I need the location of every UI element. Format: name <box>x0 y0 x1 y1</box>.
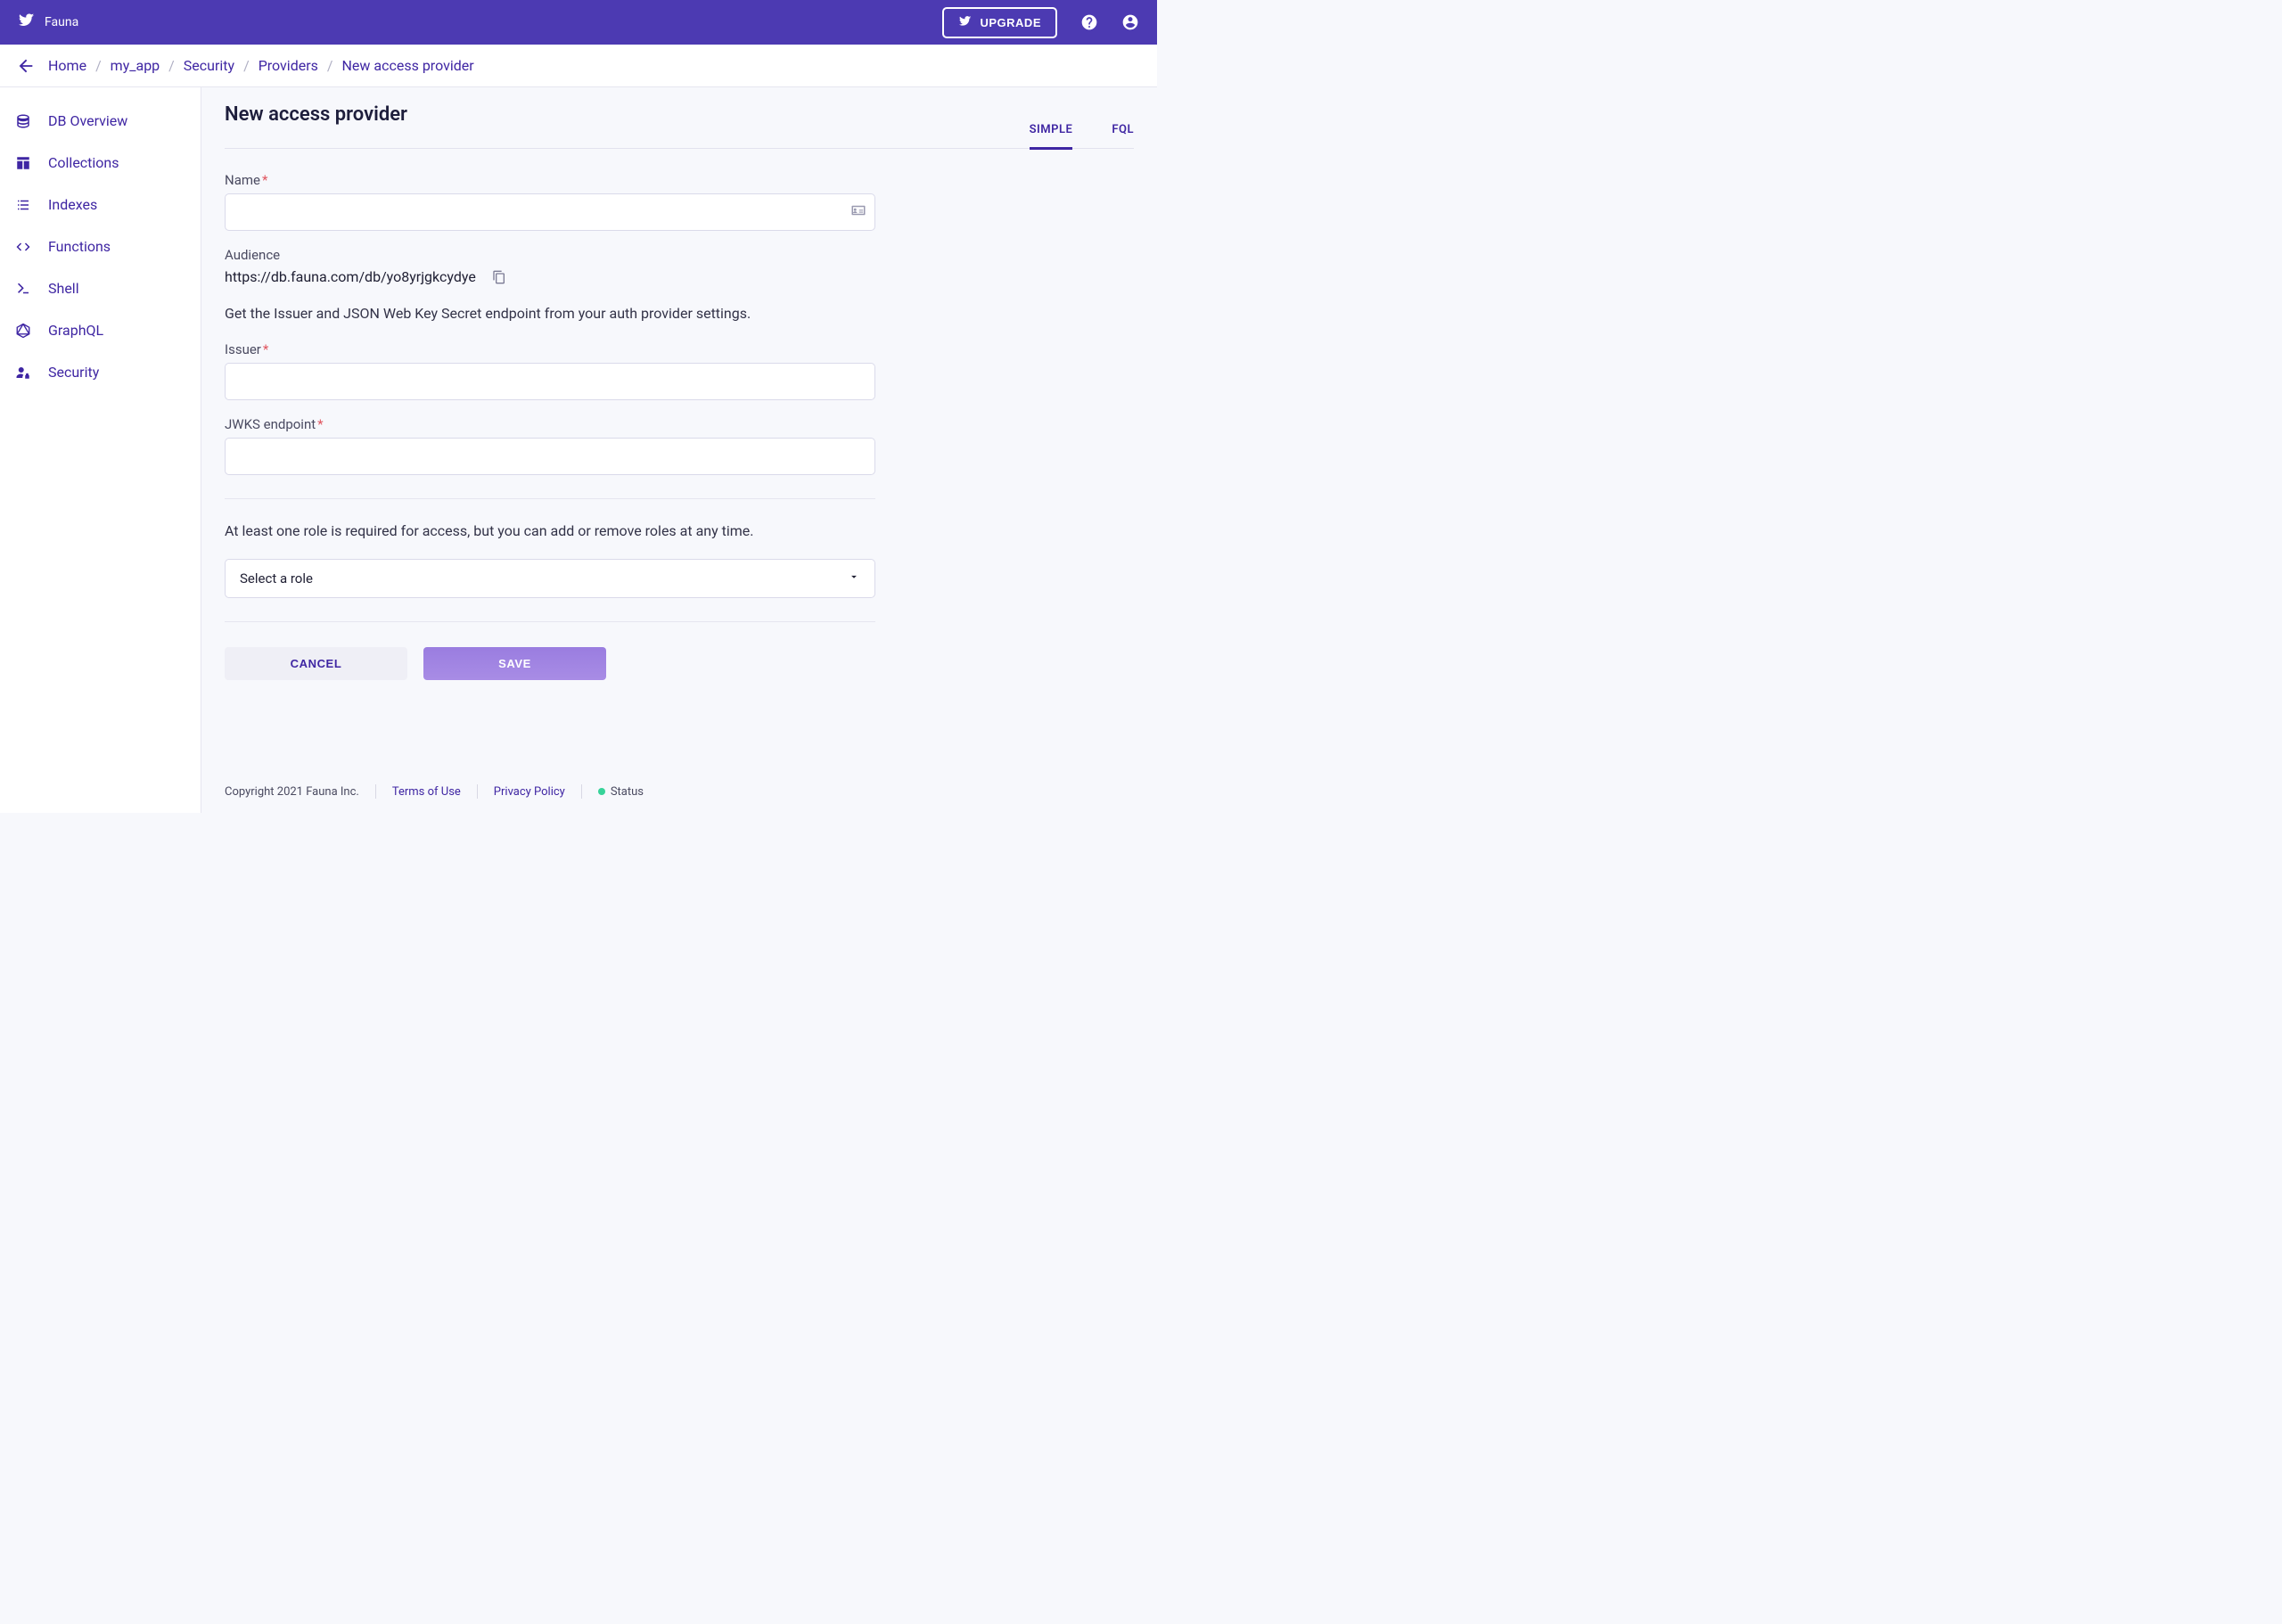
breadcrumb-providers[interactable]: Providers <box>259 57 318 74</box>
jwks-label: JWKS endpoint* <box>225 416 875 432</box>
content-header: New access provider SIMPLE FQL <box>225 103 1134 149</box>
footer-status[interactable]: Status <box>598 785 644 799</box>
sidebar-item-label: DB Overview <box>48 112 127 129</box>
button-row: CANCEL SAVE <box>225 647 875 680</box>
breadcrumb-home[interactable]: Home <box>48 57 86 74</box>
footer-terms-link[interactable]: Terms of Use <box>392 785 461 799</box>
audience-value: https://db.fauna.com/db/yo8yrjgkcydye <box>225 268 476 285</box>
sidebar-item-collections[interactable]: Collections <box>0 142 201 184</box>
footer-sep <box>581 784 582 799</box>
name-input[interactable] <box>225 193 875 231</box>
required-asterisk: * <box>263 341 268 357</box>
audience-label: Audience <box>225 247 875 263</box>
user-lock-icon <box>14 365 32 381</box>
upgrade-label: UPGRADE <box>980 16 1041 29</box>
sidebar-item-graphql[interactable]: GraphQL <box>0 309 201 351</box>
brand-bird-icon <box>18 12 36 32</box>
required-asterisk: * <box>262 172 267 188</box>
breadcrumb-security[interactable]: Security <box>184 57 234 74</box>
section-divider <box>225 498 875 499</box>
sidebar-item-label: Shell <box>48 280 79 297</box>
breadcrumb-sep: / <box>168 57 175 74</box>
sidebar-item-label: GraphQL <box>48 322 103 339</box>
id-card-icon <box>850 202 866 222</box>
footer-sep <box>375 784 376 799</box>
breadcrumb-sep: / <box>243 57 250 74</box>
table-icon <box>14 155 32 171</box>
list-icon <box>14 197 32 213</box>
name-label: Name* <box>225 172 875 188</box>
view-tabs: SIMPLE FQL <box>1030 111 1134 137</box>
back-arrow-icon[interactable] <box>16 56 36 76</box>
tab-simple[interactable]: SIMPLE <box>1030 123 1073 150</box>
issuer-helper-text: Get the Issuer and JSON Web Key Secret e… <box>225 305 875 322</box>
chevron-down-icon <box>848 570 860 586</box>
sidebar-item-label: Security <box>48 364 99 381</box>
sidebar-item-shell[interactable]: Shell <box>0 267 201 309</box>
sidebar-item-label: Functions <box>48 238 111 255</box>
graphql-icon <box>14 323 32 339</box>
role-select-placeholder: Select a role <box>240 570 313 586</box>
sidebar: DB Overview Collections Indexes Function… <box>0 87 201 813</box>
save-button[interactable]: SAVE <box>423 647 606 680</box>
help-icon[interactable] <box>1080 13 1098 31</box>
breadcrumb-app[interactable]: my_app <box>111 57 160 74</box>
required-asterisk: * <box>317 416 323 432</box>
issuer-input[interactable] <box>225 363 875 400</box>
roles-helper-text: At least one role is required for access… <box>225 522 875 539</box>
status-dot-icon <box>598 788 605 795</box>
code-icon <box>14 239 32 255</box>
cancel-button[interactable]: CANCEL <box>225 647 407 680</box>
tab-fql[interactable]: FQL <box>1112 123 1134 150</box>
topbar: Fauna UPGRADE <box>0 0 1157 45</box>
audience-row: https://db.fauna.com/db/yo8yrjgkcydye <box>225 268 875 285</box>
sidebar-item-security[interactable]: Security <box>0 351 201 393</box>
upgrade-button[interactable]: UPGRADE <box>942 7 1057 38</box>
footer: Copyright 2021 Fauna Inc. Terms of Use P… <box>225 769 1134 813</box>
sidebar-item-indexes[interactable]: Indexes <box>0 184 201 226</box>
section-divider <box>225 621 875 622</box>
content: New access provider SIMPLE FQL Name* Aud… <box>201 87 1157 813</box>
brand-name: Fauna <box>45 15 78 29</box>
sidebar-item-label: Collections <box>48 154 119 171</box>
account-icon[interactable] <box>1121 13 1139 31</box>
footer-sep <box>477 784 478 799</box>
sidebar-item-db-overview[interactable]: DB Overview <box>0 100 201 142</box>
upgrade-bird-icon <box>958 15 973 30</box>
footer-privacy-link[interactable]: Privacy Policy <box>494 785 565 799</box>
page-title: New access provider <box>225 103 407 126</box>
breadcrumb-sep: / <box>95 57 102 74</box>
terminal-icon <box>14 281 32 297</box>
sidebar-item-label: Indexes <box>48 196 97 213</box>
database-icon <box>14 113 32 129</box>
breadcrumb-bar: Home / my_app / Security / Providers / N… <box>0 45 1157 87</box>
breadcrumb-current[interactable]: New access provider <box>342 57 474 74</box>
form-area: Name* Audience https://db.fauna.com/db/y… <box>225 149 875 698</box>
breadcrumb-sep: / <box>327 57 333 74</box>
issuer-label: Issuer* <box>225 341 875 357</box>
breadcrumb: Home / my_app / Security / Providers / N… <box>48 57 474 74</box>
footer-copyright: Copyright 2021 Fauna Inc. <box>225 785 359 799</box>
jwks-input[interactable] <box>225 438 875 475</box>
role-select[interactable]: Select a role <box>225 559 875 598</box>
brand-logo[interactable]: Fauna <box>18 12 78 32</box>
copy-icon[interactable] <box>492 270 506 284</box>
sidebar-item-functions[interactable]: Functions <box>0 226 201 267</box>
